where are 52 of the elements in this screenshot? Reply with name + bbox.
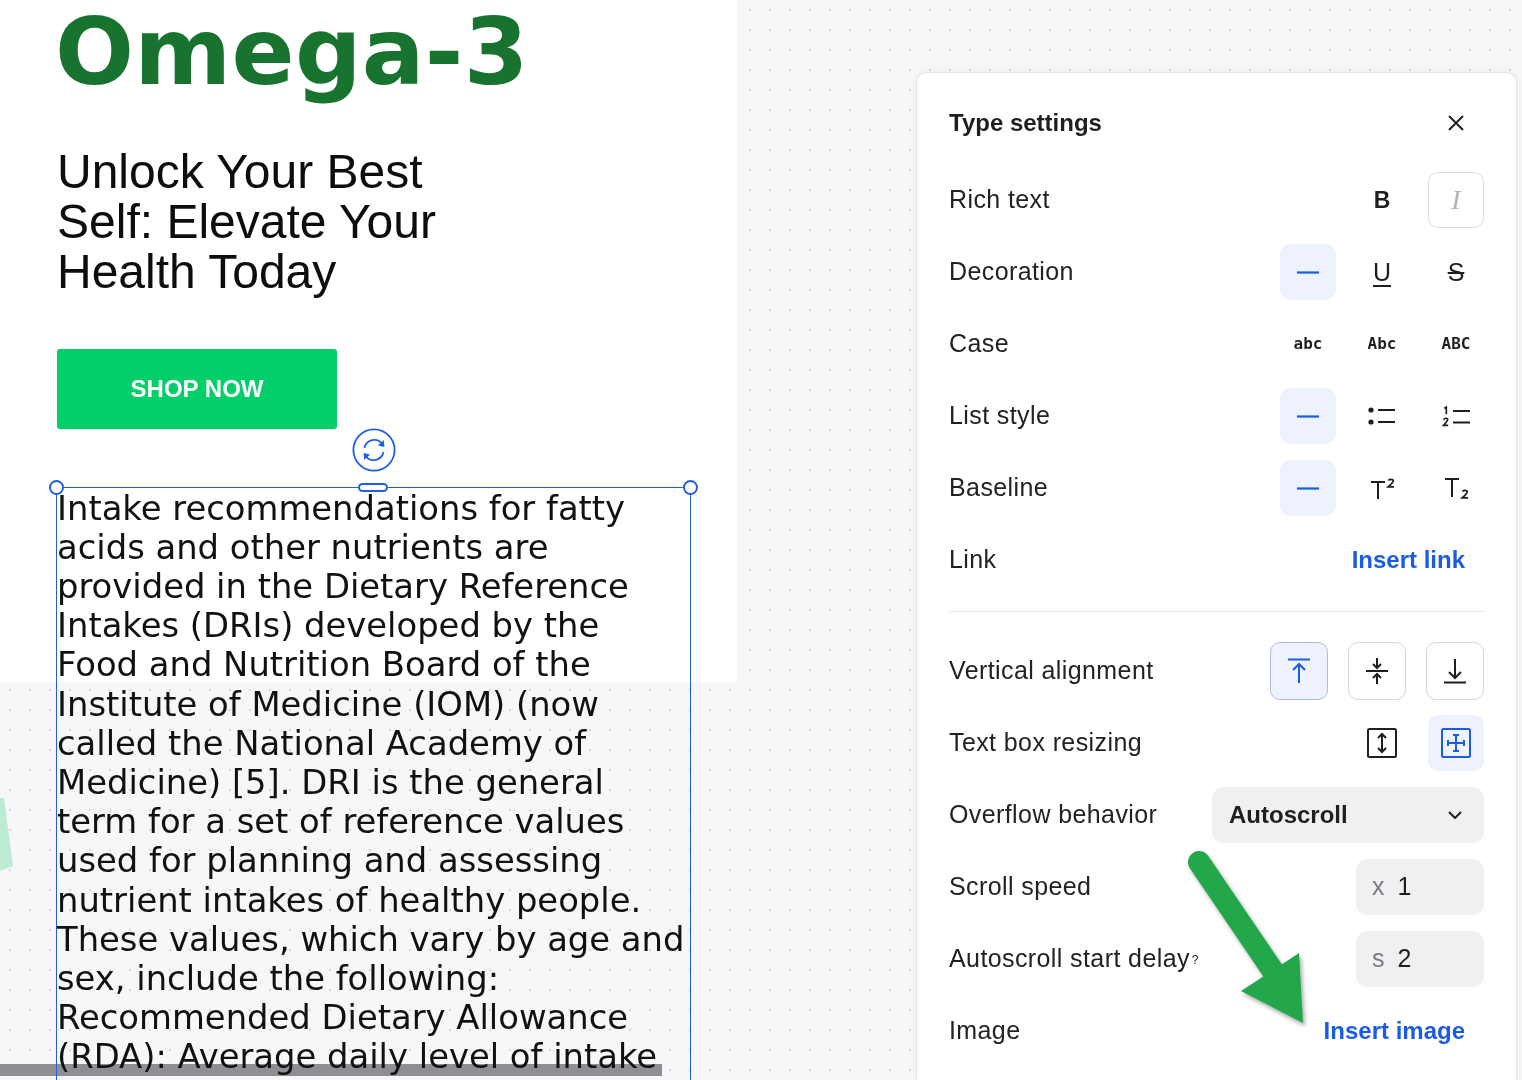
dash-icon bbox=[1297, 486, 1319, 490]
underline-button[interactable]: U bbox=[1354, 244, 1410, 300]
setting-label: Text box resizing bbox=[949, 727, 1142, 759]
number-field[interactable]: x 1 bbox=[1356, 859, 1484, 915]
align-bottom-button[interactable] bbox=[1426, 642, 1484, 700]
align-top-button[interactable] bbox=[1270, 642, 1328, 700]
subscript-icon bbox=[1443, 477, 1469, 499]
bold-button[interactable]: B bbox=[1354, 172, 1410, 228]
setting-label: List style bbox=[949, 400, 1051, 432]
align-middle-button[interactable] bbox=[1348, 642, 1406, 700]
rotate-handle[interactable] bbox=[352, 428, 396, 472]
field-value: 2 bbox=[1397, 943, 1412, 975]
chevron-down-icon bbox=[1448, 811, 1462, 819]
subheading: Unlock Your Best Self: Elevate Your Health Today bbox=[57, 147, 437, 297]
fixed-size-button[interactable] bbox=[1428, 715, 1484, 771]
number-field[interactable]: s 2 bbox=[1356, 931, 1484, 987]
panel-title: Type settings bbox=[949, 108, 1102, 138]
dropdown[interactable]: Autoscroll bbox=[1212, 787, 1484, 843]
superscript-icon bbox=[1369, 477, 1395, 499]
action-link[interactable]: Insert link bbox=[1351, 542, 1465, 578]
capitalize-button[interactable]: Abc bbox=[1354, 316, 1410, 372]
align-top-icon bbox=[1287, 658, 1311, 684]
action-link[interactable]: Insert image bbox=[1323, 1013, 1465, 1049]
setting-label: Case bbox=[949, 328, 1009, 360]
setting-label: Rich text bbox=[949, 184, 1050, 216]
close-icon bbox=[1447, 114, 1465, 132]
headline: Omega-3 bbox=[55, 0, 529, 108]
align-bottom-icon bbox=[1443, 658, 1467, 684]
strikethrough-button[interactable]: S bbox=[1428, 244, 1484, 300]
setting-label: Baseline bbox=[949, 472, 1049, 504]
square-cross-icon bbox=[1441, 728, 1471, 758]
uppercase-button[interactable]: ABC bbox=[1428, 316, 1484, 372]
setting-label: Overflow behavior bbox=[949, 799, 1158, 831]
field-value: 1 bbox=[1397, 871, 1412, 903]
lowercase-button[interactable]: abc bbox=[1280, 316, 1336, 372]
setting-label: Link bbox=[949, 544, 997, 576]
setting-label: Scroll speed bbox=[949, 871, 1092, 903]
align-middle-icon bbox=[1365, 657, 1389, 685]
bulleted-list-icon bbox=[1368, 406, 1396, 426]
setting-label: Decoration bbox=[949, 256, 1074, 288]
unit-label: x bbox=[1372, 871, 1385, 903]
none-button[interactable] bbox=[1280, 388, 1336, 444]
unit-label: s bbox=[1372, 943, 1385, 975]
none-button[interactable] bbox=[1280, 244, 1336, 300]
resize-handle[interactable] bbox=[358, 482, 388, 492]
setting-label: Image bbox=[949, 1015, 1021, 1047]
setting-label: Vertical alignment bbox=[949, 655, 1154, 687]
none-button[interactable] bbox=[1280, 460, 1336, 516]
dash-icon bbox=[1297, 270, 1319, 274]
numbered-list-icon bbox=[1442, 405, 1470, 427]
vertical-arrows-icon bbox=[1367, 728, 1397, 758]
dash-icon bbox=[1297, 414, 1319, 418]
